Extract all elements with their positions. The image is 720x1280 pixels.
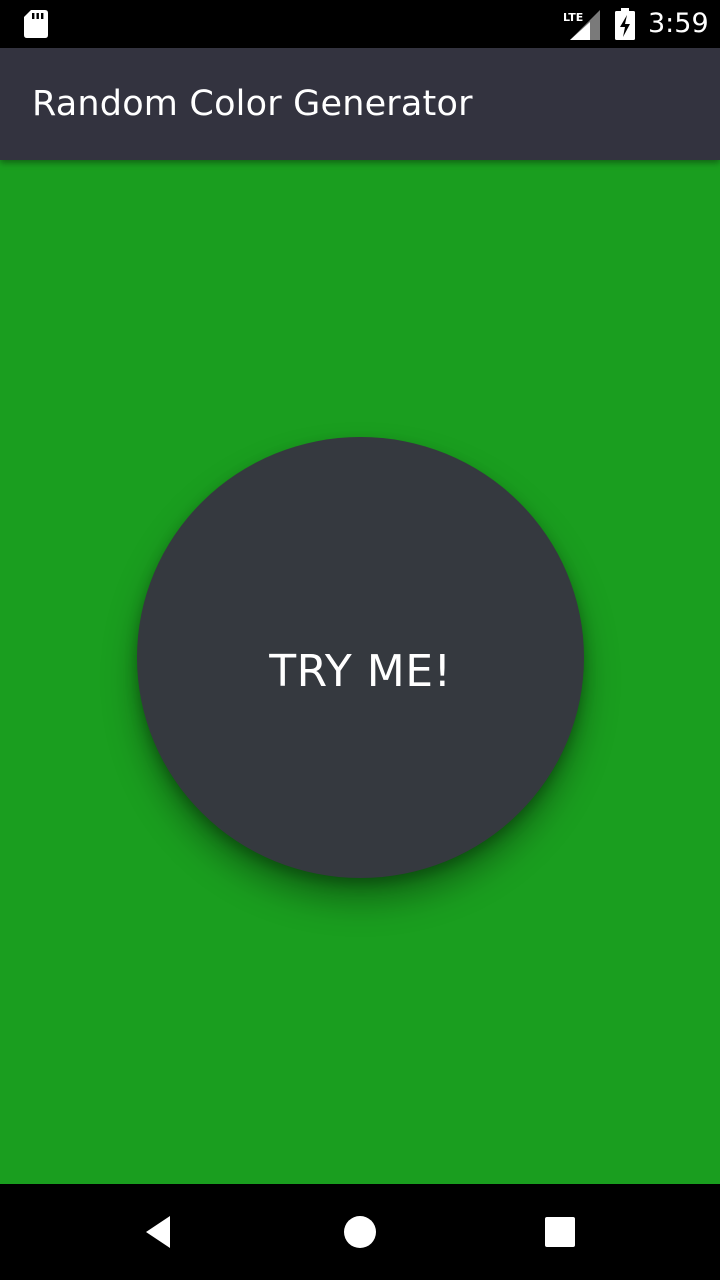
try-me-button[interactable]: TRY ME! (137, 437, 584, 878)
color-display-area: TRY ME! (0, 160, 720, 1184)
home-icon[interactable] (336, 1208, 384, 1256)
recents-icon[interactable] (536, 1208, 584, 1256)
sd-card-icon (24, 10, 48, 38)
navigation-bar (0, 1184, 720, 1280)
battery-charging-icon (615, 8, 635, 40)
back-icon[interactable] (136, 1208, 184, 1256)
status-clock: 3:59 (648, 8, 709, 39)
network-type-label: LTE (563, 11, 583, 24)
app-bar: Random Color Generator (0, 48, 720, 160)
lte-signal-icon: LTE (563, 10, 600, 40)
app-title: Random Color Generator (32, 84, 473, 124)
try-me-label: TRY ME! (269, 646, 452, 697)
status-bar: LTE 3:59 (0, 0, 720, 48)
